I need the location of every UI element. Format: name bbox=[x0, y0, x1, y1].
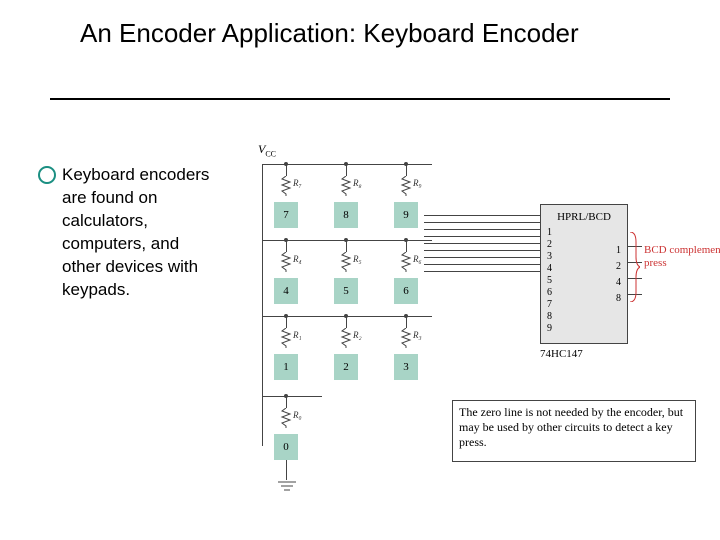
chip-output-2: 2 bbox=[616, 261, 621, 272]
key-5-label: 5 bbox=[343, 285, 349, 297]
wire bbox=[406, 164, 407, 176]
wire bbox=[286, 164, 287, 176]
wire bbox=[424, 257, 540, 258]
key-9: 9 bbox=[394, 202, 418, 228]
resistor-r0 bbox=[280, 408, 292, 428]
wire bbox=[286, 316, 287, 328]
key-2: 2 bbox=[334, 354, 358, 380]
body-text: Keyboard encoders are found on calculato… bbox=[62, 164, 222, 302]
wire bbox=[424, 222, 540, 223]
resistor-r2 bbox=[340, 328, 352, 348]
resistor-r1 bbox=[280, 328, 292, 348]
label-r0: R₀ bbox=[293, 410, 302, 420]
wire bbox=[424, 264, 540, 265]
chip-input-5: 5 bbox=[547, 275, 552, 286]
label-r2: R₂ bbox=[353, 330, 362, 340]
key-5: 5 bbox=[334, 278, 358, 304]
key-1: 1 bbox=[274, 354, 298, 380]
bullet-icon bbox=[38, 166, 56, 184]
wire bbox=[424, 215, 540, 216]
ground-icon bbox=[278, 480, 296, 498]
slide-title: An Encoder Application: Keyboard Encoder bbox=[80, 18, 660, 49]
encoder-chip: HPRL/BCD 1 2 3 4 5 6 7 8 9 1 2 4 8 bbox=[540, 204, 628, 344]
wire bbox=[424, 243, 540, 244]
wire bbox=[286, 396, 287, 408]
wire bbox=[406, 316, 407, 328]
resistor-r6 bbox=[400, 252, 412, 272]
key-4-label: 4 bbox=[283, 285, 289, 297]
bcd-output-label: BCD complement of key press bbox=[644, 244, 720, 270]
key-6: 6 bbox=[394, 278, 418, 304]
key-8: 8 bbox=[334, 202, 358, 228]
label-r4: R₄ bbox=[293, 254, 302, 264]
wire bbox=[424, 236, 540, 237]
note-box: The zero line is not needed by the encod… bbox=[452, 400, 696, 462]
label-r7: R₇ bbox=[293, 178, 302, 188]
key-8-label: 8 bbox=[343, 209, 349, 221]
wire-gnd bbox=[286, 460, 287, 480]
key-4: 4 bbox=[274, 278, 298, 304]
resistor-r9 bbox=[400, 176, 412, 196]
chip-output-4: 4 bbox=[616, 277, 621, 288]
chip-input-4: 4 bbox=[547, 263, 552, 274]
wire bbox=[406, 240, 407, 252]
label-r3: R₃ bbox=[413, 330, 422, 340]
chip-part-number: 74HC147 bbox=[540, 348, 583, 360]
wire bbox=[346, 240, 347, 252]
wire bbox=[346, 164, 347, 176]
label-r5: R₅ bbox=[353, 254, 362, 264]
rail-bot bbox=[262, 396, 322, 397]
wire bbox=[424, 250, 540, 251]
chip-input-2: 2 bbox=[547, 239, 552, 250]
resistor-r3 bbox=[400, 328, 412, 348]
circuit-diagram: VCC R₇ R₈ R₉ 7 8 9 R₄ R₅ bbox=[230, 140, 700, 520]
chip-output-1: 1 bbox=[616, 245, 621, 256]
resistor-r8 bbox=[340, 176, 352, 196]
label-r9: R₉ bbox=[413, 178, 422, 188]
chip-input-3: 3 bbox=[547, 251, 552, 262]
label-r8: R₈ bbox=[353, 178, 362, 188]
wire bbox=[424, 271, 540, 272]
chip-title: HPRL/BCD bbox=[541, 211, 627, 223]
slide: An Encoder Application: Keyboard Encoder… bbox=[0, 0, 720, 540]
key-0-label: 0 bbox=[283, 441, 289, 453]
label-r6: R₆ bbox=[413, 254, 422, 264]
label-r1: R₁ bbox=[293, 330, 302, 340]
chip-input-7: 7 bbox=[547, 299, 552, 310]
resistor-r7 bbox=[280, 176, 292, 196]
key-2-label: 2 bbox=[343, 361, 349, 373]
wire bbox=[286, 240, 287, 252]
vcc-label: VCC bbox=[258, 142, 276, 158]
brace-icon bbox=[630, 232, 640, 286]
chip-input-9: 9 bbox=[547, 323, 552, 334]
wire bbox=[424, 229, 540, 230]
key-9-label: 9 bbox=[403, 209, 409, 221]
key-6-label: 6 bbox=[403, 285, 409, 297]
title-underline bbox=[50, 98, 670, 100]
vcc-sub: CC bbox=[265, 149, 276, 158]
key-7: 7 bbox=[274, 202, 298, 228]
key-7-label: 7 bbox=[283, 209, 289, 221]
key-1-label: 1 bbox=[283, 361, 289, 373]
chip-input-1: 1 bbox=[547, 227, 552, 238]
chip-input-8: 8 bbox=[547, 311, 552, 322]
key-0: 0 bbox=[274, 434, 298, 460]
resistor-r5 bbox=[340, 252, 352, 272]
key-3-label: 3 bbox=[403, 361, 409, 373]
key-3: 3 bbox=[394, 354, 418, 380]
chip-output-8: 8 bbox=[616, 293, 621, 304]
resistor-r4 bbox=[280, 252, 292, 272]
chip-input-6: 6 bbox=[547, 287, 552, 298]
wire bbox=[346, 316, 347, 328]
rail-left bbox=[262, 164, 263, 446]
